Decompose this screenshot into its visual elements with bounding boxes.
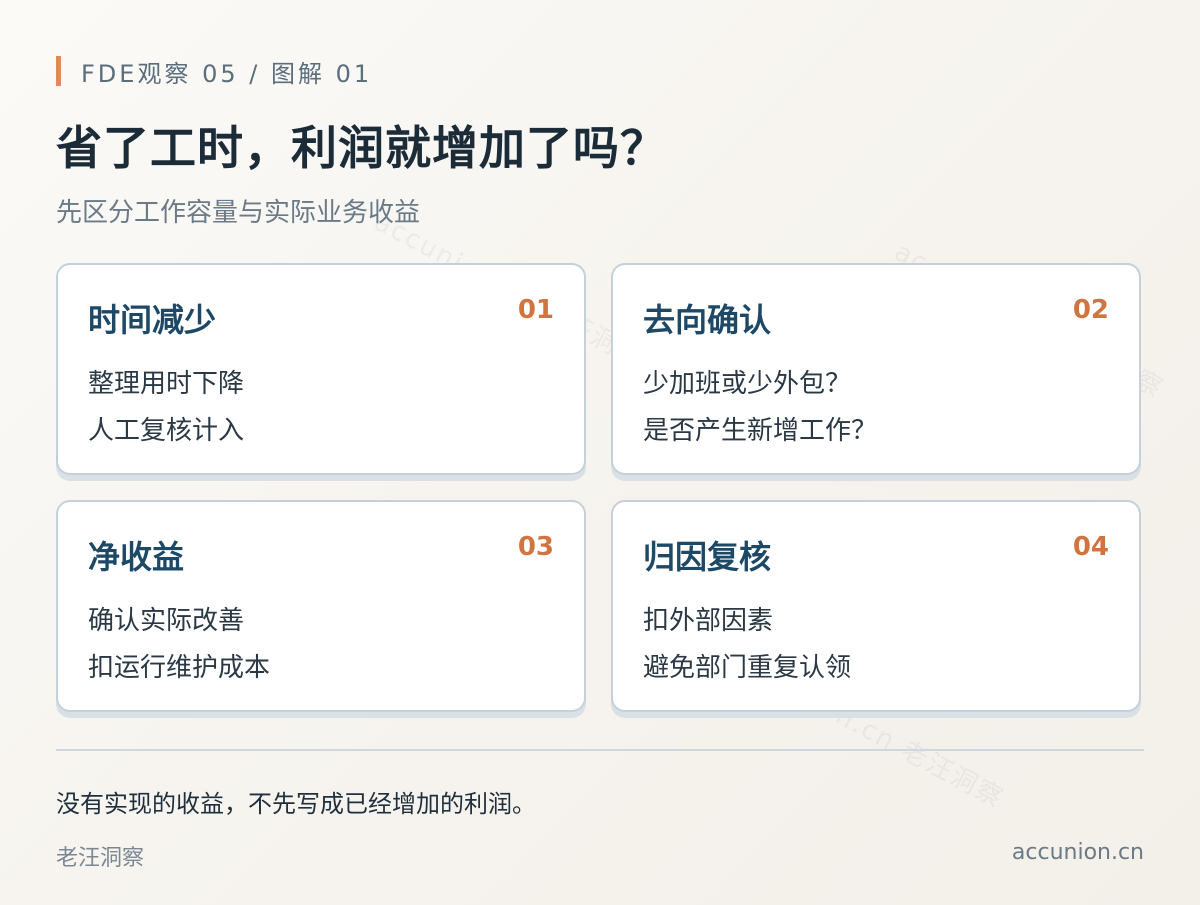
card-line: 整理用时下降: [88, 369, 245, 399]
card-net-benefit: 净收益 03 确认实际改善 扣运行维护成本: [56, 500, 586, 712]
card-destination-check: 去向确认 02 少加班或少外包？ 是否产生新增工作？: [611, 263, 1141, 475]
page-subtitle: 先区分工作容量与实际业务收益: [56, 198, 421, 228]
card-line: 扣运行维护成本: [88, 653, 271, 683]
site-link[interactable]: accunion.cn: [1012, 840, 1144, 865]
accent-bar: [56, 56, 61, 86]
card-lines: 整理用时下降 人工复核计入: [88, 361, 244, 455]
card-number: 02: [1072, 295, 1109, 325]
card-number: 04: [1072, 532, 1109, 562]
eyebrow-label: FDE观察 05 / 图解 01: [81, 59, 373, 88]
card-number: 03: [517, 532, 554, 562]
card-attribution-review: 归因复核 04 扣外部因素 避免部门重复认领: [611, 500, 1141, 712]
card-lines: 少加班或少外包？ 是否产生新增工作？: [643, 361, 877, 455]
footer-note: 没有实现的收益，不先写成已经增加的利润。: [56, 790, 536, 818]
card-lines: 确认实际改善 扣运行维护成本: [88, 598, 270, 692]
card-line: 人工复核计入: [88, 416, 245, 446]
card-title: 净收益: [88, 538, 185, 576]
card-line: 少加班或少外包？: [643, 369, 852, 399]
card-title: 归因复核: [643, 538, 772, 576]
card-time-reduction: 时间减少 01 整理用时下降 人工复核计入: [56, 263, 586, 475]
card-title: 去向确认: [643, 301, 772, 339]
card-line: 是否产生新增工作？: [643, 416, 878, 446]
card-title: 时间减少: [88, 301, 217, 339]
card-line: 避免部门重复认领: [643, 653, 852, 683]
card-number: 01: [517, 295, 554, 325]
divider: [56, 749, 1144, 751]
brand-name: 老汪洞察: [56, 846, 145, 871]
card-lines: 扣外部因素 避免部门重复认领: [643, 598, 851, 692]
card-line: 扣外部因素: [643, 606, 774, 636]
eyebrow: FDE观察 05 / 图解 01: [56, 56, 373, 88]
card-line: 确认实际改善: [88, 606, 245, 636]
page-title: 省了工时，利润就增加了吗？: [56, 121, 667, 175]
